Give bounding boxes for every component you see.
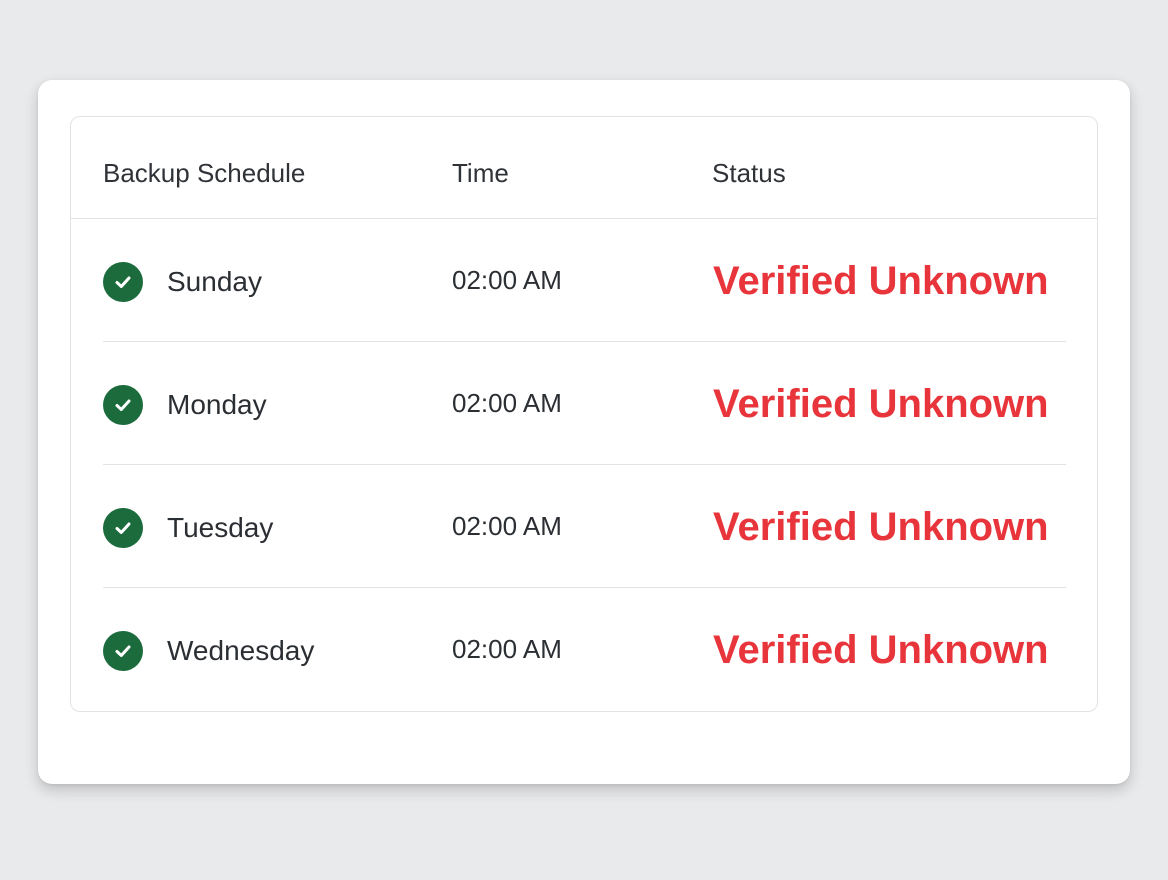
check-circle-icon [103,262,143,302]
backup-schedule-table: Backup Schedule Time Status Sunday 02:00… [70,116,1098,712]
column-header-schedule: Backup Schedule [103,158,306,188]
row-time: 02:00 AM [452,388,562,418]
table-header: Backup Schedule Time Status [71,117,1097,219]
column-header-status: Status [712,158,786,188]
table-row: Wednesday 02:00 AM Verified Unknown [103,588,1066,711]
table-row: Tuesday 02:00 AM Verified Unknown [103,465,1066,588]
table-row: Monday 02:00 AM Verified Unknown [103,342,1066,465]
row-time: 02:00 AM [452,634,562,664]
row-time: 02:00 AM [452,265,562,295]
row-day: Sunday [167,266,262,297]
table-row: Sunday 02:00 AM Verified Unknown [103,219,1066,342]
row-day: Wednesday [167,635,315,666]
row-status: Verified Unknown [713,628,1049,672]
row-status: Verified Unknown [713,382,1049,426]
backup-schedule-card: Backup Schedule Time Status Sunday 02:00… [38,80,1130,784]
check-circle-icon [103,508,143,548]
row-status: Verified Unknown [713,505,1049,549]
row-day: Monday [167,389,267,420]
column-header-time: Time [452,158,509,188]
row-status: Verified Unknown [713,259,1049,303]
check-circle-icon [103,385,143,425]
check-circle-icon [103,631,143,671]
row-time: 02:00 AM [452,511,562,541]
row-day: Tuesday [167,512,274,543]
